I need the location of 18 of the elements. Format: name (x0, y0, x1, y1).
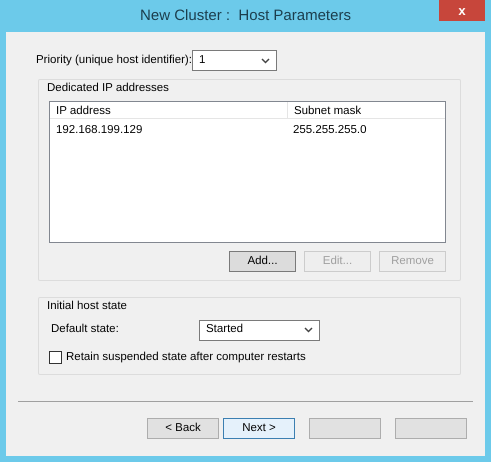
table-cell-text: 255.255.255.0 (292, 123, 368, 138)
dialog-button[interactable]: < Back (147, 418, 219, 439)
ip-address-list[interactable]: IP address Subnet mask 192.168.199.129 255.255.255.0 (49, 101, 446, 244)
table-cell-text: 192.168.199.129 (55, 123, 144, 138)
default-state-label: Default state: (51, 322, 120, 338)
priority-label: Priority (unique host identifier): (36, 52, 192, 68)
checkbox[interactable] (49, 350, 62, 364)
column-header[interactable]: IP address (50, 102, 287, 118)
dialog-button[interactable] (395, 418, 467, 439)
column-header[interactable]: Subnet mask (286, 102, 445, 118)
priority-dropdown[interactable]: 1 (192, 50, 277, 71)
dialog-button[interactable]: Next > (223, 418, 295, 439)
default-state-dropdown[interactable]: Started (199, 320, 320, 340)
window-title: New Cluster : Host Parameters (140, 6, 351, 26)
dialog-button[interactable] (309, 418, 381, 439)
close-button[interactable]: x (439, 0, 485, 21)
checkbox-label: Retain suspended state after computer restarts (66, 350, 306, 364)
dialog-button[interactable]: Add... (229, 251, 296, 272)
